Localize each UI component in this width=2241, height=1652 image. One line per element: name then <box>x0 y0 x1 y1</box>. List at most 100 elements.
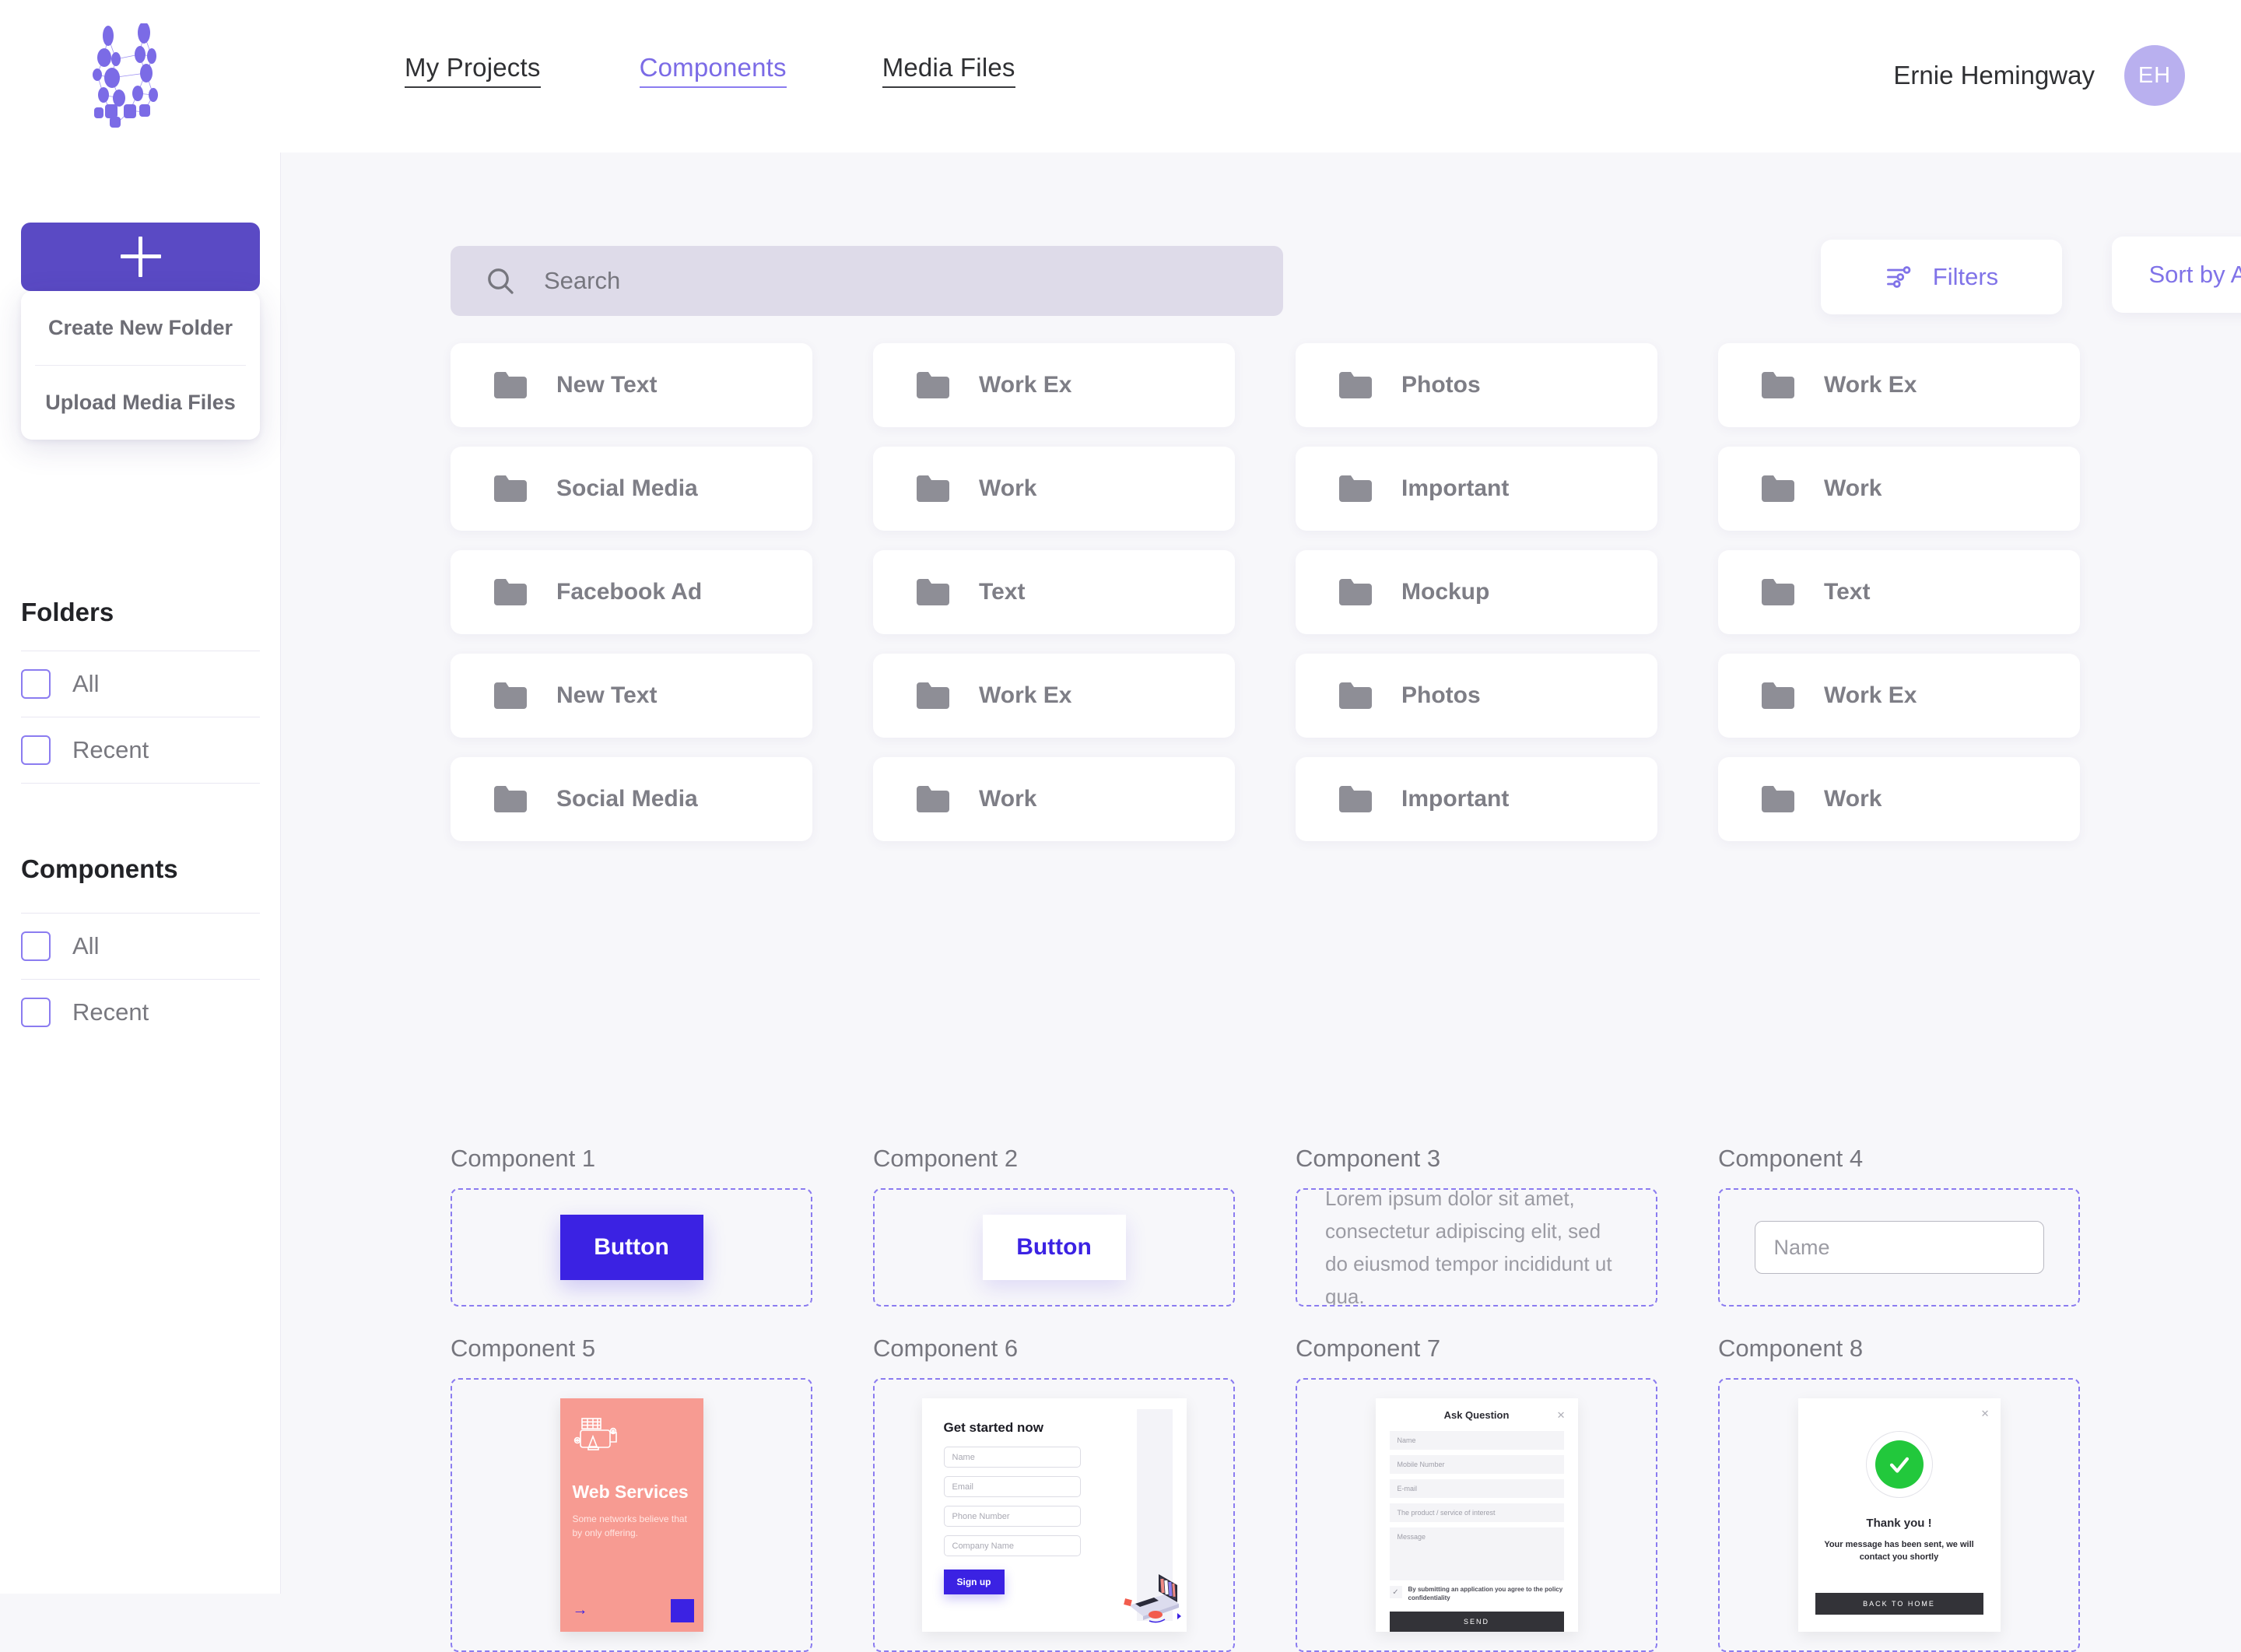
app-logo[interactable] <box>76 22 185 131</box>
signup-form-card[interactable]: Get started now Name Email Phone Number … <box>921 1398 1187 1632</box>
folder-card[interactable]: Work <box>873 757 1235 841</box>
sidebar-filter-components-recent[interactable]: Recent <box>21 980 260 1045</box>
back-to-home-button[interactable]: BACK TO HOME <box>1815 1593 1983 1615</box>
nav-spacer-1 <box>541 53 640 88</box>
add-new-dropdown-menu: Create New Folder Upload Media Files <box>21 291 260 440</box>
filters-button[interactable]: Filters <box>1821 240 2062 314</box>
folder-card[interactable]: Photos <box>1296 343 1657 427</box>
folder-card[interactable]: Facebook Ad <box>451 550 812 634</box>
sidebar-filter-label: Recent <box>72 736 149 763</box>
signup-field-company[interactable]: Company Name <box>943 1535 1081 1556</box>
sidebar-filter-folders-recent[interactable]: Recent <box>21 717 260 783</box>
folder-card[interactable]: Work <box>873 447 1235 531</box>
folder-label: Social Media <box>556 475 698 501</box>
folder-label: Important <box>1401 786 1510 812</box>
user-name: Ernie Hemingway <box>1893 61 2095 89</box>
folder-label: Work <box>979 786 1037 812</box>
outline-button[interactable]: Button <box>982 1215 1126 1280</box>
menu-item-create-new-folder[interactable]: Create New Folder <box>21 291 260 365</box>
sidebar-filter-components-all[interactable]: All <box>21 914 260 979</box>
folder-card[interactable]: Text <box>873 550 1235 634</box>
component-cell-1: Component 1 Button <box>451 1145 812 1307</box>
folder-card[interactable]: Social Media <box>451 447 812 531</box>
folder-icon <box>1762 579 1794 605</box>
folder-label: Text <box>1824 579 1871 605</box>
filled-button[interactable]: Button <box>559 1215 703 1280</box>
sidebar-divider-3 <box>21 783 260 784</box>
folder-icon <box>917 786 949 812</box>
ask-field-mobile[interactable]: Mobile Number <box>1389 1455 1564 1474</box>
consent-row[interactable]: ✓ By submitting an application you agree… <box>1389 1586 1564 1603</box>
signup-button[interactable]: Sign up <box>943 1570 1005 1594</box>
sidebar-filter-folders-all[interactable]: All <box>21 651 260 717</box>
close-icon[interactable]: ✕ <box>1981 1408 1990 1420</box>
sidebar-heading-components: Components <box>21 854 178 883</box>
folder-label: Important <box>1401 475 1510 501</box>
folder-card[interactable]: Work <box>1718 757 2080 841</box>
close-icon[interactable]: ✕ <box>1557 1409 1566 1422</box>
filters-label: Filters <box>1932 263 1999 290</box>
folder-card[interactable]: Work <box>1718 447 2080 531</box>
signup-field-name[interactable]: Name <box>943 1447 1081 1468</box>
signup-field-phone[interactable]: Phone Number <box>943 1506 1081 1527</box>
search-placeholder: Search <box>544 267 621 294</box>
ask-field-message[interactable]: Message <box>1389 1527 1564 1580</box>
folder-card[interactable]: New Text <box>451 343 812 427</box>
ask-field-product[interactable]: The product / service of interest <box>1389 1503 1564 1522</box>
folder-card[interactable]: Work Ex <box>1718 343 2080 427</box>
checkbox-icon[interactable] <box>21 735 51 765</box>
checkbox-checked-icon[interactable]: ✓ <box>1389 1586 1402 1598</box>
component-preview-1[interactable]: Button <box>451 1188 812 1307</box>
checkbox-icon[interactable] <box>21 669 51 699</box>
component-preview-5[interactable]: Web Services Some networks believe that … <box>451 1378 812 1652</box>
folder-card[interactable]: Social Media <box>451 757 812 841</box>
folder-card[interactable]: Work Ex <box>873 654 1235 738</box>
component-preview-2[interactable]: Button <box>873 1188 1235 1307</box>
component-preview-7[interactable]: ✕ Ask Question Name Mobile Number E-mail… <box>1296 1378 1657 1652</box>
folder-card[interactable]: Text <box>1718 550 2080 634</box>
checkbox-icon[interactable] <box>21 931 51 961</box>
search-input[interactable]: Search <box>451 246 1283 316</box>
folder-card[interactable]: Mockup <box>1296 550 1657 634</box>
ask-field-email[interactable]: E-mail <box>1389 1479 1564 1498</box>
nav-link-components[interactable]: Components <box>639 53 787 88</box>
component-preview-3[interactable]: Lorem ipsum dolor sit amet, consectetur … <box>1296 1188 1657 1307</box>
user-menu[interactable]: Ernie Hemingway EH <box>1893 45 2185 106</box>
ask-field-name[interactable]: Name <box>1389 1431 1564 1450</box>
ask-question-card[interactable]: ✕ Ask Question Name Mobile Number E-mail… <box>1375 1398 1578 1632</box>
content-toolbar: Search Filters Sort by A-Z <box>281 237 2241 331</box>
folder-card[interactable]: Important <box>1296 757 1657 841</box>
folder-icon <box>494 372 527 398</box>
name-input-field[interactable]: Name <box>1754 1221 2044 1274</box>
folder-label: Work Ex <box>1824 682 1917 708</box>
send-button[interactable]: SEND <box>1389 1611 1564 1632</box>
nav-link-my-projects[interactable]: My Projects <box>405 53 541 88</box>
component-preview-8[interactable]: ✕ Thank you ! Your message has been sent… <box>1718 1378 2080 1652</box>
component-preview-6[interactable]: Get started now Name Email Phone Number … <box>873 1378 1235 1652</box>
avatar[interactable]: EH <box>2124 45 2185 106</box>
folder-label: New Text <box>556 372 658 398</box>
folder-card[interactable]: New Text <box>451 654 812 738</box>
folder-icon <box>1762 475 1794 502</box>
menu-item-upload-media-files[interactable]: Upload Media Files <box>21 366 260 440</box>
component-cell-3: Component 3 Lorem ipsum dolor sit amet, … <box>1296 1145 1657 1307</box>
nav-link-media-files[interactable]: Media Files <box>882 53 1015 88</box>
web-services-card[interactable]: Web Services Some networks believe that … <box>559 1398 703 1632</box>
checkbox-icon[interactable] <box>21 998 51 1027</box>
arrow-right-icon[interactable]: → <box>573 1601 588 1619</box>
folder-card[interactable]: Photos <box>1296 654 1657 738</box>
folder-icon <box>494 682 527 709</box>
folder-card[interactable]: Important <box>1296 447 1657 531</box>
folder-card[interactable]: Work Ex <box>1718 654 2080 738</box>
component-preview-4[interactable]: Name <box>1718 1188 2080 1307</box>
sort-dropdown-button[interactable]: Sort by A-Z <box>2112 237 2241 313</box>
thank-you-card[interactable]: ✕ Thank you ! Your message has been sent… <box>1797 1398 2001 1632</box>
folder-label: Work <box>979 475 1037 501</box>
folder-icon <box>1339 579 1372 605</box>
folder-card[interactable]: Work Ex <box>873 343 1235 427</box>
component-title: Component 8 <box>1718 1335 1864 1362</box>
component-title: Component 6 <box>873 1335 1019 1362</box>
folder-icon <box>1762 682 1794 709</box>
add-new-button[interactable] <box>21 223 260 291</box>
signup-field-email[interactable]: Email <box>943 1476 1081 1497</box>
